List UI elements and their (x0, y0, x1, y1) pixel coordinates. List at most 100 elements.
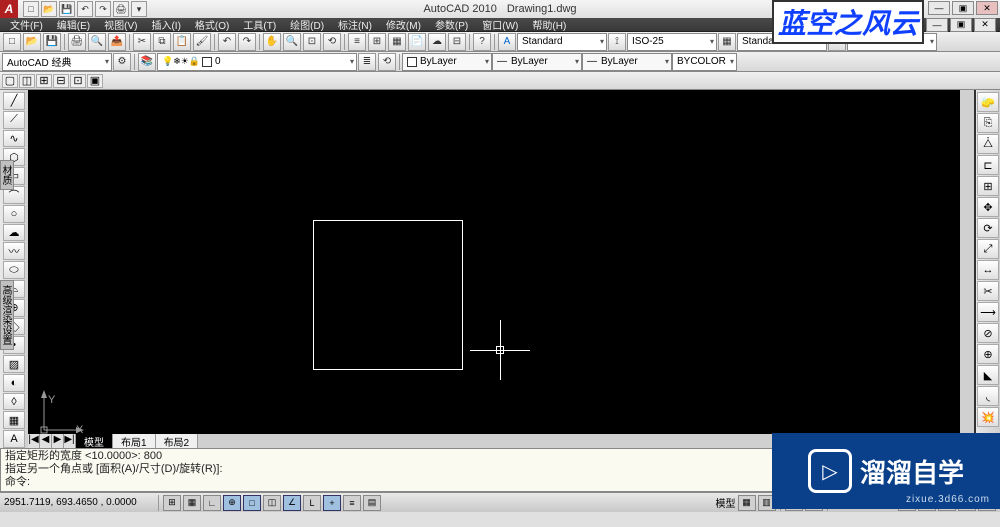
snap-toggle[interactable]: ⊞ (163, 495, 181, 511)
menu-help[interactable]: 帮助(H) (526, 17, 572, 32)
linetype-combo[interactable]: —ByLayer (492, 53, 582, 71)
qat-redo-icon[interactable]: ↷ (95, 1, 111, 17)
lwt-toggle[interactable]: ≡ (343, 495, 361, 511)
zoom-realtime-icon[interactable]: 🔍 (283, 33, 301, 51)
menu-file[interactable]: 文件(F) (4, 17, 49, 32)
revcloud-icon[interactable]: ☁ (3, 224, 25, 242)
layout-tab-model[interactable]: 模型 (76, 434, 113, 448)
app-logo-icon[interactable]: A (0, 0, 18, 18)
3dosnap-toggle[interactable]: ◫ (263, 495, 281, 511)
trim-icon[interactable]: ✂ (977, 281, 999, 301)
plotstyle-combo[interactable]: BYCOLOR (672, 53, 737, 71)
offset-icon[interactable]: ⊏ (977, 155, 999, 175)
maximize-button[interactable]: ▣ (952, 1, 974, 15)
layer-prev-icon[interactable]: ⟲ (378, 53, 396, 71)
calc-icon[interactable]: ⊟ (448, 33, 466, 51)
palette-icon[interactable]: ▦ (388, 33, 406, 51)
menu-window[interactable]: 窗口(W) (476, 17, 524, 32)
qat-open-icon[interactable]: 📂 (41, 1, 57, 17)
fillet-icon[interactable]: ◟ (977, 386, 999, 406)
array-icon[interactable]: ⊞ (977, 176, 999, 196)
menu-modify[interactable]: 修改(M) (380, 17, 427, 32)
table-icon[interactable]: ▦ (3, 411, 25, 429)
coordinates-display[interactable]: 2951.7119, 693.4650 , 0.0000 (4, 497, 154, 508)
layout-tab-1[interactable]: 布局1 (113, 434, 156, 448)
pline-icon[interactable]: ∿ (3, 130, 25, 148)
publish-icon[interactable]: 📤 (108, 33, 126, 51)
layer-combo[interactable]: 💡❄☀🔒0 (157, 53, 357, 71)
osnap-toggle[interactable]: □ (243, 495, 261, 511)
qat-undo-icon[interactable]: ↶ (77, 1, 93, 17)
doc-minimize-button[interactable]: — (926, 18, 948, 32)
model-space-label[interactable]: 模型 (716, 495, 736, 510)
menu-tools[interactable]: 工具(T) (237, 17, 282, 32)
extend-icon[interactable]: ⟶ (977, 302, 999, 322)
line-icon[interactable]: ╱ (3, 92, 25, 110)
menu-view[interactable]: 视图(V) (98, 17, 143, 32)
save-icon[interactable]: 💾 (43, 33, 61, 51)
otrack-toggle[interactable]: ∠ (283, 495, 301, 511)
menu-draw[interactable]: 绘图(D) (284, 17, 330, 32)
menu-insert[interactable]: 插入(I) (145, 17, 186, 32)
cut-icon[interactable]: ✂ (133, 33, 151, 51)
workspace-combo[interactable]: AutoCAD 经典 (2, 53, 112, 71)
text-style-combo[interactable]: Standard (517, 33, 607, 51)
drawing-canvas[interactable]: Y X |◀ ◀ ▶ ▶| 模型 布局1 布局2 (28, 90, 974, 448)
mtext-icon[interactable]: A (3, 430, 25, 448)
rotate-icon[interactable]: ⟳ (977, 218, 999, 238)
qp-toggle[interactable]: ▤ (363, 495, 381, 511)
layout-nav-last[interactable]: ▶| (64, 434, 76, 448)
mirror-icon[interactable]: ⧊ (977, 134, 999, 154)
menu-parametric[interactable]: 参数(P) (429, 17, 474, 32)
dyn-toggle[interactable]: + (323, 495, 341, 511)
markup-icon[interactable]: ☁ (428, 33, 446, 51)
layout-nav-next[interactable]: ▶ (52, 434, 64, 448)
gradient-icon[interactable]: ◐ (3, 374, 25, 392)
menu-edit[interactable]: 编辑(E) (51, 17, 96, 32)
properties-icon[interactable]: ≡ (348, 33, 366, 51)
explode-icon[interactable]: 💥 (977, 407, 999, 427)
print-icon[interactable]: 🖨 (68, 33, 86, 51)
layer-iso-icon[interactable]: ≣ (358, 53, 376, 71)
color-combo[interactable]: ByLayer (402, 53, 492, 71)
ortho-toggle[interactable]: ∟ (203, 495, 221, 511)
scale-icon[interactable]: ⤢ (977, 239, 999, 259)
minimize-button[interactable]: — (928, 1, 950, 15)
dimstyle-icon[interactable]: ⟟ (608, 33, 626, 51)
layer-props-icon[interactable]: 📚 (138, 53, 156, 71)
ellipse-icon[interactable]: ⬭ (3, 261, 25, 279)
undo-icon[interactable]: ↶ (218, 33, 236, 51)
move-icon[interactable]: ✥ (977, 197, 999, 217)
design-center-icon[interactable]: ⊞ (368, 33, 386, 51)
side-tab-settings[interactable]: 高级渲染设置 (0, 280, 14, 350)
new-icon[interactable]: □ (3, 33, 21, 51)
ducs-toggle[interactable]: L (303, 495, 321, 511)
ws-settings-icon[interactable]: ⚙ (113, 53, 131, 71)
qat-save-icon[interactable]: 💾 (59, 1, 75, 17)
circle-icon[interactable]: ○ (3, 205, 25, 223)
qat-print-icon[interactable]: 🖨 (113, 1, 129, 17)
preview-icon[interactable]: 🔍 (88, 33, 106, 51)
vertical-scrollbar[interactable] (960, 90, 974, 434)
tablestyle-icon[interactable]: ▦ (718, 33, 736, 51)
spline-icon[interactable]: 〰 (3, 242, 25, 260)
vp-join-icon[interactable]: ⊡ (70, 74, 86, 88)
chamfer-icon[interactable]: ◣ (977, 365, 999, 385)
layout-nav-prev[interactable]: ◀ (40, 434, 52, 448)
layout-tab-2[interactable]: 布局2 (156, 434, 199, 448)
copy-icon[interactable]: ⧉ (153, 33, 171, 51)
sheet-icon[interactable]: 📄 (408, 33, 426, 51)
zoom-window-icon[interactable]: ⊡ (303, 33, 321, 51)
vp-three-icon[interactable]: ⊞ (36, 74, 52, 88)
paste-icon[interactable]: 📋 (173, 33, 191, 51)
menu-dimension[interactable]: 标注(N) (332, 17, 378, 32)
xline-icon[interactable]: ⟋ (3, 111, 25, 129)
open-icon[interactable]: 📂 (23, 33, 41, 51)
dim-style-combo[interactable]: ISO-25 (627, 33, 717, 51)
qat-new-icon[interactable]: □ (23, 1, 39, 17)
polar-toggle[interactable]: ⊕ (223, 495, 241, 511)
textstyle-icon[interactable]: A (498, 33, 516, 51)
quickview-layouts-icon[interactable]: ▦ (738, 495, 756, 511)
vp-two-icon[interactable]: ◫ (19, 74, 35, 88)
doc-maximize-button[interactable]: ▣ (950, 18, 972, 32)
